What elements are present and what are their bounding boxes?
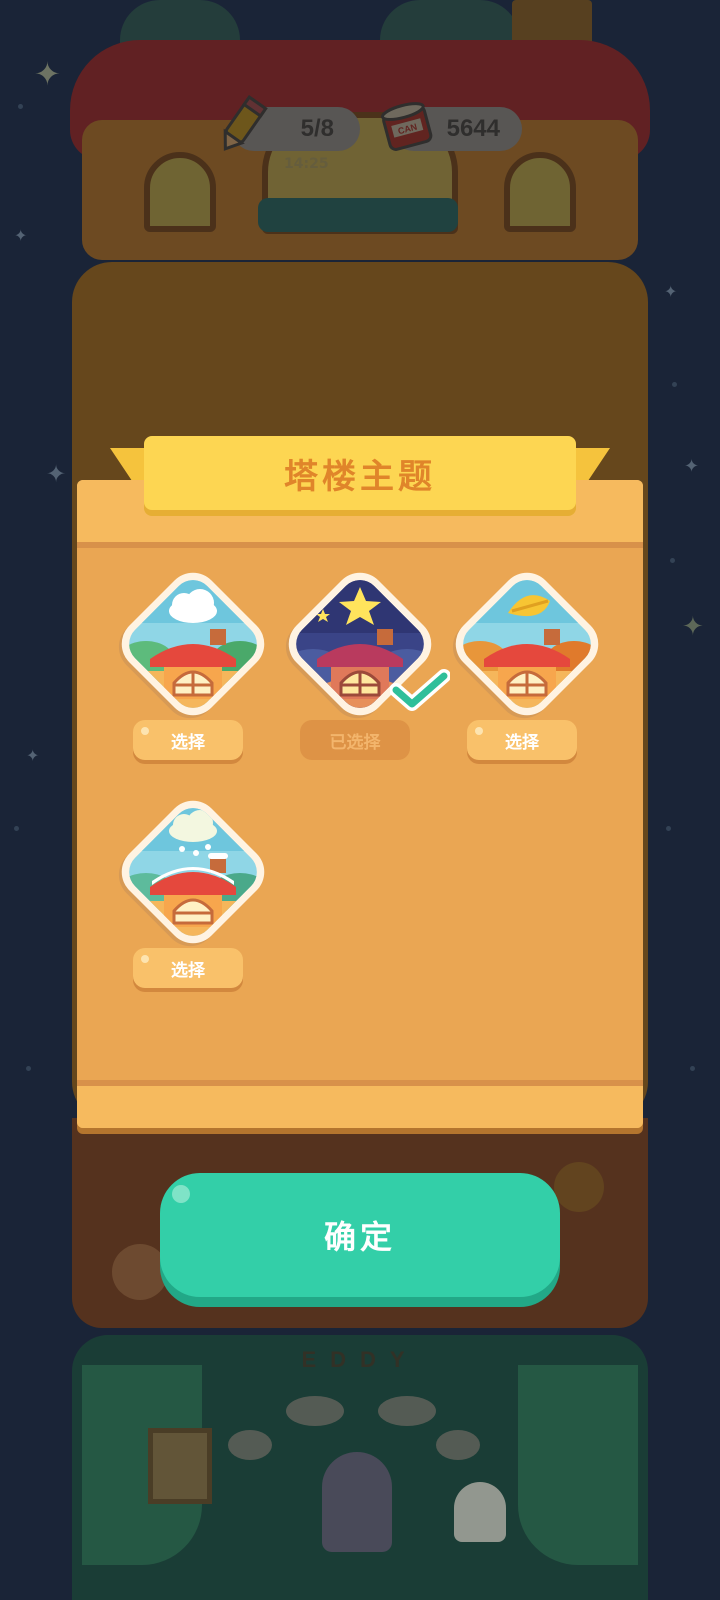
- theme-thumbnail[interactable]: [110, 561, 276, 727]
- dialog-title: 塔楼主题: [284, 456, 436, 497]
- autumn-leaf-scene: [454, 571, 600, 717]
- day-cloud-scene: [120, 571, 266, 717]
- select-theme-button[interactable]: 选择: [133, 948, 243, 988]
- select-theme-button[interactable]: 选择: [467, 720, 577, 760]
- theme-option-autumn[interactable]: 选择: [444, 561, 610, 768]
- snow-cloud-scene: [120, 799, 266, 945]
- select-theme-button[interactable]: 选择: [133, 720, 243, 760]
- theme-thumbnail[interactable]: [444, 561, 610, 727]
- theme-option-night[interactable]: 已选择: [277, 561, 450, 768]
- theme-option-day[interactable]: 选择: [110, 561, 276, 768]
- dialog-title-ribbon: 塔楼主题: [144, 436, 576, 510]
- selected-theme-button[interactable]: 已选择: [300, 720, 410, 760]
- confirm-button[interactable]: 确定: [160, 1173, 560, 1297]
- dialog-footer-band: [77, 1080, 643, 1128]
- theme-thumbnail[interactable]: [110, 789, 276, 955]
- theme-dialog: 选择 已选择 选择 选择: [77, 480, 643, 1128]
- theme-option-snow[interactable]: 选择: [110, 789, 276, 996]
- checkmark-icon: [390, 669, 450, 711]
